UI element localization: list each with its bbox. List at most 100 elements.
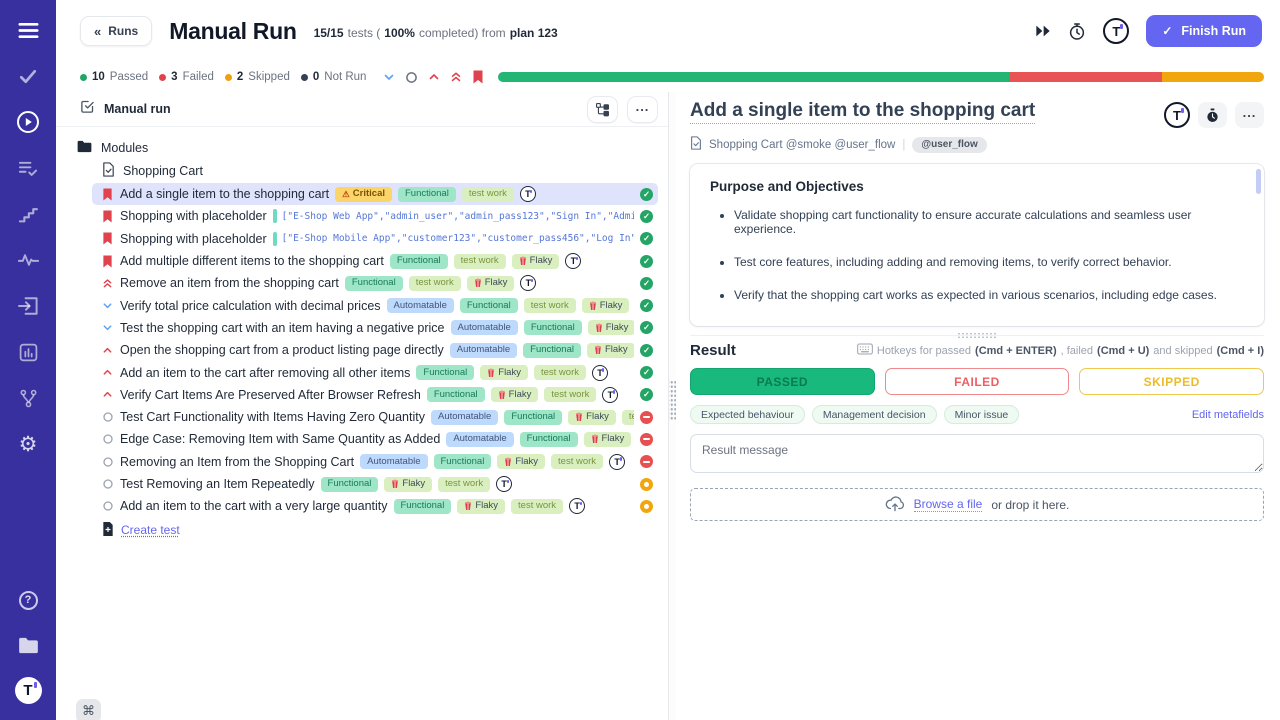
settings-gear-icon[interactable]: ⚙ (14, 431, 42, 457)
analytics-chart-icon[interactable] (14, 339, 42, 365)
back-to-runs-button[interactable]: « Runs (80, 16, 152, 46)
tests-count: 15/15 (314, 26, 344, 40)
plans-list-check-icon[interactable] (14, 155, 42, 181)
badge-functional: Functional (524, 320, 582, 335)
status-passed-icon (640, 388, 653, 401)
filter-normal-icon[interactable] (405, 71, 418, 84)
test-row[interactable]: Verify Cart Items Are Preserved After Br… (92, 384, 658, 406)
badge-flaky: Flaky (467, 276, 515, 291)
modules-root[interactable]: Modules (56, 136, 668, 159)
test-detail-title[interactable]: Add a single item to the shopping cart (690, 100, 1035, 123)
mark-skipped-button[interactable]: SKIPPED (1079, 368, 1264, 395)
menu-icon[interactable] (14, 17, 42, 43)
result-message-input[interactable] (690, 434, 1264, 473)
progress-skipped-segment (1162, 72, 1264, 82)
test-row[interactable]: Add an item to the cart with a very larg… (92, 495, 658, 517)
tree-more-button[interactable]: ... (627, 96, 658, 123)
failed-dot-icon (159, 74, 166, 81)
purpose-heading: Purpose and Objectives (710, 179, 1244, 194)
create-test-link[interactable]: Create test (121, 523, 180, 537)
badge-functional: Functional (460, 298, 518, 313)
badge-functional: Functional (427, 387, 485, 402)
test-row[interactable]: Verify total price calculation with deci… (92, 294, 658, 316)
back-chevrons-icon: « (94, 24, 101, 39)
popcorn-icon (594, 345, 602, 355)
test-title: Removing an Item from the Shopping Cart (120, 455, 354, 469)
filter-blocker-icon[interactable] (472, 70, 484, 84)
testomat-logo-icon[interactable]: T (1103, 18, 1129, 44)
tests-check-icon[interactable] (14, 63, 42, 89)
test-title: Test Cart Functionality with Items Havin… (120, 410, 425, 424)
bullet-item: Test core features, including adding and… (734, 255, 1244, 269)
priority-blocker-icon (101, 210, 114, 223)
fast-forward-icon[interactable] (1035, 24, 1051, 38)
badge-testwork: test work (544, 387, 596, 402)
tag-chip[interactable]: @user_flow (912, 137, 986, 153)
popcorn-icon (391, 479, 399, 489)
status-failed-icon (640, 411, 653, 424)
run-timer-icon[interactable] (1068, 22, 1086, 41)
browse-file-link[interactable]: Browse a file (914, 497, 983, 512)
finish-run-button[interactable]: ✓ Finish Run (1146, 15, 1262, 47)
priority-blocker-icon (101, 255, 114, 268)
steps-icon[interactable] (14, 201, 42, 227)
check-icon: ✓ (1162, 24, 1172, 38)
test-row[interactable]: Add multiple different items to the shop… (92, 250, 658, 272)
detail-more-button[interactable]: ... (1235, 102, 1264, 128)
mark-failed-button[interactable]: FAILED (885, 368, 1070, 395)
test-row[interactable]: Test Removing an Item Repeatedly Function… (92, 473, 658, 495)
keyboard-icon (857, 343, 873, 358)
metafield-expected-behaviour[interactable]: Expected behaviour (690, 405, 805, 424)
file-dropzone[interactable]: Browse a file or drop it here. (690, 488, 1264, 521)
status-skipped-icon (640, 500, 653, 513)
test-row[interactable]: Edge Case: Removing Item with Same Quant… (92, 428, 658, 450)
status-skipped-icon (640, 478, 653, 491)
test-row[interactable]: Add an item to the cart after removing a… (92, 361, 658, 383)
projects-folder-icon[interactable] (14, 632, 42, 658)
panel-resizer[interactable] (668, 92, 676, 720)
mark-passed-button[interactable]: PASSED (690, 368, 875, 395)
metafield-management-decision[interactable]: Management decision (812, 405, 937, 424)
command-palette-button[interactable]: ⌘ (76, 699, 101, 720)
test-row[interactable]: Shopping with placeholder["E-Shop Mobile… (92, 228, 658, 250)
tree-view-button[interactable] (587, 96, 618, 123)
runs-play-icon[interactable] (14, 109, 42, 135)
status-passed-icon (640, 277, 653, 290)
edit-metafields-link[interactable]: Edit metafields (1192, 409, 1264, 421)
filter-high-icon[interactable] (428, 71, 440, 83)
topbar: « Runs Manual Run 15/15 tests ( 100% com… (56, 0, 1280, 62)
purpose-bullets: Validate shopping cart functionality to … (710, 208, 1244, 302)
test-row[interactable]: Test the shopping cart with an item havi… (92, 317, 658, 339)
failed-count: 3Failed (159, 71, 214, 83)
status-passed-icon (640, 188, 653, 201)
test-row[interactable]: Add a single item to the shopping cart⚠C… (92, 183, 658, 205)
test-row[interactable]: Shopping with placeholder["E-Shop Web Ap… (92, 205, 658, 227)
priority-normal-icon (101, 456, 114, 468)
testomat-logo-icon: T (609, 454, 625, 470)
branch-icon[interactable] (14, 385, 42, 411)
filter-minor-icon[interactable] (383, 71, 395, 83)
test-row[interactable]: Open the shopping cart from a product li… (92, 339, 658, 361)
help-icon[interactable]: ? (14, 587, 42, 613)
popcorn-icon (498, 390, 506, 400)
test-row[interactable]: Test Cart Functionality with Items Havin… (92, 406, 658, 428)
test-row[interactable]: Removing an Item from the Shopping CartA… (92, 451, 658, 473)
testomat-logo-icon[interactable]: T (15, 677, 42, 704)
badge-functional: Functional (321, 477, 379, 492)
priority-high-icon (101, 389, 114, 400)
activity-pulse-icon[interactable] (14, 247, 42, 273)
badge-testwork: test work (438, 477, 490, 492)
import-icon[interactable] (14, 293, 42, 319)
filter-severe-icon[interactable] (450, 71, 462, 83)
badge-flaky: Flaky (584, 432, 632, 447)
test-row[interactable]: Remove an item from the shopping cartFun… (92, 272, 658, 294)
test-timer-button[interactable] (1198, 102, 1227, 128)
test-title: Test Removing an Item Repeatedly (120, 477, 315, 491)
section-resizer-handle-icon[interactable] (957, 332, 997, 339)
metafield-minor-issue[interactable]: Minor issue (944, 405, 1020, 424)
description-scrollbar[interactable] (1256, 169, 1261, 194)
testomat-logo-icon[interactable]: T (1164, 102, 1190, 128)
description-card: Purpose and Objectives Validate shopping… (690, 164, 1264, 326)
suite-shopping-cart[interactable]: Shopping Cart (56, 159, 668, 183)
test-title: Remove an item from the shopping cart (120, 276, 339, 290)
